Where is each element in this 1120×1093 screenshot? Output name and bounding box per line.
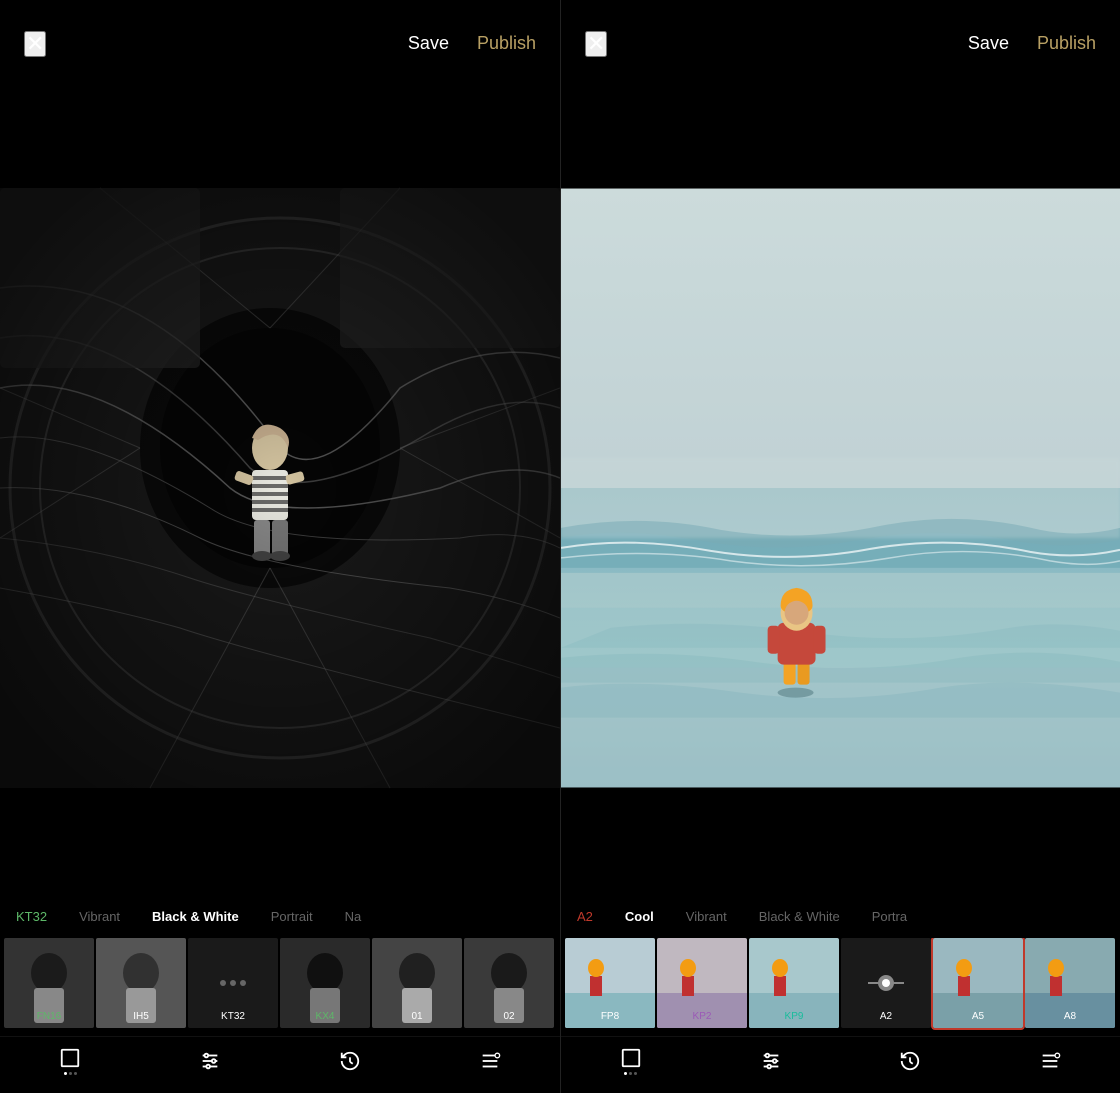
filter-thumb-a8-label: A8 [1025,1011,1115,1022]
filter-cat-bw-r[interactable]: Black & White [743,905,856,928]
filter-thumb-01[interactable]: 01 [372,938,462,1028]
left-topbar: ✕ Save Publish [0,0,560,87]
filter-thumb-a2-label: A2 [841,1011,931,1022]
filter-cat-vibrant[interactable]: Vibrant [63,905,136,928]
right-frame-dots [624,1072,637,1075]
left-publish-button[interactable]: Publish [477,33,536,54]
filter-thumb-kt32[interactable]: KT32 [188,938,278,1028]
filter-cat-kt32[interactable]: KT32 [0,905,63,928]
filter-thumb-01-label: 01 [372,1011,462,1022]
left-tool-sliders[interactable] [199,1050,221,1072]
filter-cat-portra[interactable]: Portra [856,905,923,928]
right-filter-thumbs: FP8 KP2 KP9 [561,938,1120,1036]
right-filter-categories: A2 Cool Vibrant Black & White Portra [561,889,1120,938]
filter-thumb-kp2-label: KP2 [657,1011,747,1022]
right-save-button[interactable]: Save [968,33,1009,54]
filter-thumb-ih5[interactable]: IH5 [96,938,186,1028]
filter-cat-cool[interactable]: Cool [609,905,670,928]
filter-thumb-fp8-label: FP8 [565,1011,655,1022]
filter-thumb-a2[interactable]: A2 [841,938,931,1028]
filter-thumb-kx4[interactable]: KX4 [280,938,370,1028]
filter-thumb-ih5-label: IH5 [96,1011,186,1022]
left-filter-thumbs: FN16 IH5 KT32 [0,938,560,1036]
left-photo-area [0,87,560,889]
left-tool-history[interactable] [339,1050,361,1072]
right-tool-layers[interactable] [1039,1050,1061,1072]
filter-thumb-a5[interactable]: A5 [933,938,1023,1028]
filter-thumb-kx4-label: KX4 [280,1011,370,1022]
left-bottom-toolbar [0,1036,560,1093]
filter-thumb-02[interactable]: 02 [464,938,554,1028]
filter-cat-na[interactable]: Na [329,905,378,928]
right-close-button[interactable]: ✕ [585,31,607,57]
filter-thumb-fn16-label: FN16 [4,1011,94,1022]
left-topbar-actions: Save Publish [408,33,536,54]
left-close-button[interactable]: ✕ [24,31,46,57]
filter-cat-a2[interactable]: A2 [561,905,609,928]
left-panel: ✕ Save Publish [0,0,560,1093]
left-frame-dots [64,1072,77,1075]
right-tool-sliders[interactable] [760,1050,782,1072]
filter-cat-vibrant-r[interactable]: Vibrant [670,905,743,928]
right-photo-area [561,87,1120,889]
left-filter-categories: KT32 Vibrant Black & White Portrait Na [0,889,560,938]
filter-thumb-02-label: 02 [464,1011,554,1022]
right-bottom-section: A2 Cool Vibrant Black & White Portra FP8 [561,889,1120,1093]
left-tool-frame[interactable] [59,1047,81,1075]
right-tool-frame[interactable] [620,1047,642,1075]
left-bottom-section: KT32 Vibrant Black & White Portrait Na F… [0,889,560,1093]
right-bottom-toolbar [561,1036,1120,1093]
right-tool-history[interactable] [899,1050,921,1072]
three-dots [220,980,246,986]
left-tool-layers[interactable] [479,1050,501,1072]
filter-thumb-kt32-label: KT32 [188,1011,278,1022]
filter-thumb-fn16[interactable]: FN16 [4,938,94,1028]
filter-thumb-kp2[interactable]: KP2 [657,938,747,1028]
filter-thumb-a8[interactable]: A8 [1025,938,1115,1028]
left-save-button[interactable]: Save [408,33,449,54]
right-topbar-actions: Save Publish [968,33,1096,54]
right-publish-button[interactable]: Publish [1037,33,1096,54]
right-panel: ✕ Save Publish [560,0,1120,1093]
filter-thumb-a5-label: A5 [933,1011,1023,1022]
filter-thumb-kp9-label: KP9 [749,1011,839,1022]
filter-cat-portrait[interactable]: Portrait [255,905,329,928]
filter-thumb-fp8[interactable]: FP8 [565,938,655,1028]
filter-cat-bw[interactable]: Black & White [136,905,255,928]
right-topbar: ✕ Save Publish [561,0,1120,87]
filter-thumb-kp9[interactable]: KP9 [749,938,839,1028]
